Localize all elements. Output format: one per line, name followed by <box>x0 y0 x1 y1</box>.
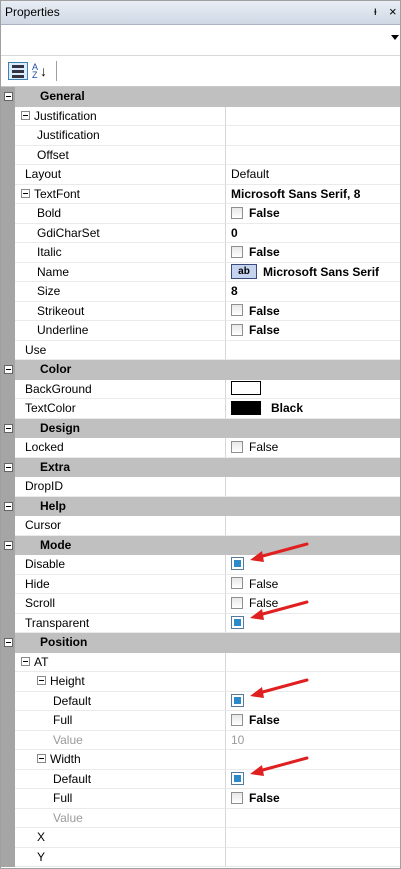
object-selector-dropdown[interactable] <box>1 25 400 56</box>
properties-title-bar: Properties ᵻ × <box>1 1 400 25</box>
red-arrow-icon <box>250 678 309 698</box>
property-row-justification[interactable]: Justification <box>1 126 400 146</box>
property-row-transparent[interactable]: Transparent <box>1 613 400 633</box>
checkbox-icon[interactable] <box>231 713 243 726</box>
property-row-width[interactable]: Width <box>1 750 400 770</box>
property-row-bold[interactable]: Bold False <box>1 204 400 224</box>
property-row-scroll[interactable]: Scroll False <box>1 594 400 614</box>
collapse-minus-icon[interactable] <box>4 423 13 433</box>
categorized-view-button[interactable] <box>8 62 28 80</box>
properties-panel: Properties ᵻ × A Z ↓ General Justificati… <box>0 0 401 869</box>
property-row-hide[interactable]: Hide False <box>1 574 400 594</box>
font-icon: ab <box>231 263 257 279</box>
category-position[interactable]: Position <box>1 633 400 653</box>
checkbox-icon[interactable] <box>231 323 243 336</box>
property-row-width-value[interactable]: Value <box>1 808 400 828</box>
red-arrow-icon <box>250 542 309 562</box>
property-row-justification-group[interactable]: Justification <box>1 106 400 126</box>
collapse-minus-icon[interactable] <box>4 638 13 647</box>
collapse-minus-icon[interactable] <box>4 365 13 374</box>
category-color[interactable]: Color <box>1 360 400 380</box>
dropdown-arrow-icon[interactable] <box>391 35 399 40</box>
checkbox-icon[interactable] <box>231 577 243 590</box>
collapse-minus-icon[interactable] <box>4 501 13 511</box>
collapse-minus-icon[interactable] <box>37 676 46 686</box>
checkbox-icon[interactable] <box>231 304 243 317</box>
checkbox-icon[interactable] <box>231 245 243 258</box>
category-extra[interactable]: Extra <box>1 457 400 477</box>
property-row-height[interactable]: Height <box>1 672 400 692</box>
panel-title: Properties <box>5 5 60 19</box>
property-row-at[interactable]: AT <box>1 652 400 672</box>
alphabetical-sort-button[interactable]: A Z ↓ <box>31 62 49 80</box>
close-icon[interactable]: × <box>389 4 397 19</box>
red-arrow-icon <box>250 756 309 776</box>
property-row-height-default[interactable]: Default <box>1 691 400 711</box>
property-row-disable[interactable]: Disable <box>1 555 400 575</box>
red-arrow-icon <box>250 600 309 620</box>
collapse-minus-icon[interactable] <box>21 656 30 666</box>
collapse-minus-icon[interactable] <box>37 754 46 764</box>
collapse-minus-icon[interactable] <box>21 110 30 120</box>
property-row-textfont[interactable]: TextFont Microsoft Sans Serif, 8 <box>1 184 400 204</box>
property-row-size[interactable]: Size 8 <box>1 282 400 302</box>
collapse-minus-icon[interactable] <box>21 188 30 198</box>
property-row-background[interactable]: BackGround <box>1 379 400 399</box>
checkbox-icon[interactable] <box>231 440 243 453</box>
checkbox-checked-icon[interactable] <box>231 615 244 629</box>
property-row-italic[interactable]: Italic False <box>1 243 400 263</box>
property-row-use[interactable]: Use <box>1 340 400 360</box>
property-row-height-value[interactable]: Value 10 <box>1 730 400 750</box>
property-grid: General Justification Justification Offs… <box>1 87 400 867</box>
checkbox-checked-icon[interactable] <box>231 693 244 707</box>
property-row-width-full[interactable]: Full False <box>1 789 400 809</box>
checkbox-icon[interactable] <box>231 596 243 609</box>
property-row-height-full[interactable]: Full False <box>1 711 400 731</box>
property-row-y[interactable]: Y <box>1 847 400 867</box>
toolbar-separator <box>56 61 57 81</box>
categorized-view-icon <box>12 65 24 68</box>
property-row-x[interactable]: X <box>1 828 400 848</box>
property-row-gdicharset[interactable]: GdiCharSet 0 <box>1 223 400 243</box>
property-row-width-default[interactable]: Default <box>1 769 400 789</box>
color-swatch-black <box>231 400 261 415</box>
property-row-cursor[interactable]: Cursor <box>1 516 400 536</box>
property-row-locked[interactable]: Locked False <box>1 438 400 458</box>
category-design[interactable]: Design <box>1 418 400 438</box>
category-general[interactable]: General <box>1 87 400 107</box>
checkbox-checked-icon[interactable] <box>231 557 244 571</box>
pin-icon[interactable]: ᵻ <box>374 4 377 18</box>
property-row-dropid[interactable]: DropID <box>1 477 400 497</box>
property-row-font-name[interactable]: Name ab Microsoft Sans Serif <box>1 262 400 282</box>
properties-toolbar: A Z ↓ <box>1 56 400 87</box>
checkbox-icon[interactable] <box>231 791 243 804</box>
property-row-strikeout[interactable]: Strikeout False <box>1 301 400 321</box>
checkbox-icon[interactable] <box>231 206 243 219</box>
collapse-minus-icon[interactable] <box>4 540 13 550</box>
checkbox-checked-icon[interactable] <box>231 771 244 785</box>
property-row-offset[interactable]: Offset <box>1 145 400 165</box>
property-row-textcolor[interactable]: TextColor Black <box>1 399 400 419</box>
category-help[interactable]: Help <box>1 496 400 516</box>
property-row-layout[interactable]: Layout Default <box>1 165 400 185</box>
category-mode[interactable]: Mode <box>1 535 400 555</box>
color-swatch-white <box>231 381 261 396</box>
property-row-underline[interactable]: Underline False <box>1 321 400 341</box>
collapse-minus-icon[interactable] <box>4 462 13 472</box>
collapse-minus-icon[interactable] <box>4 92 13 101</box>
